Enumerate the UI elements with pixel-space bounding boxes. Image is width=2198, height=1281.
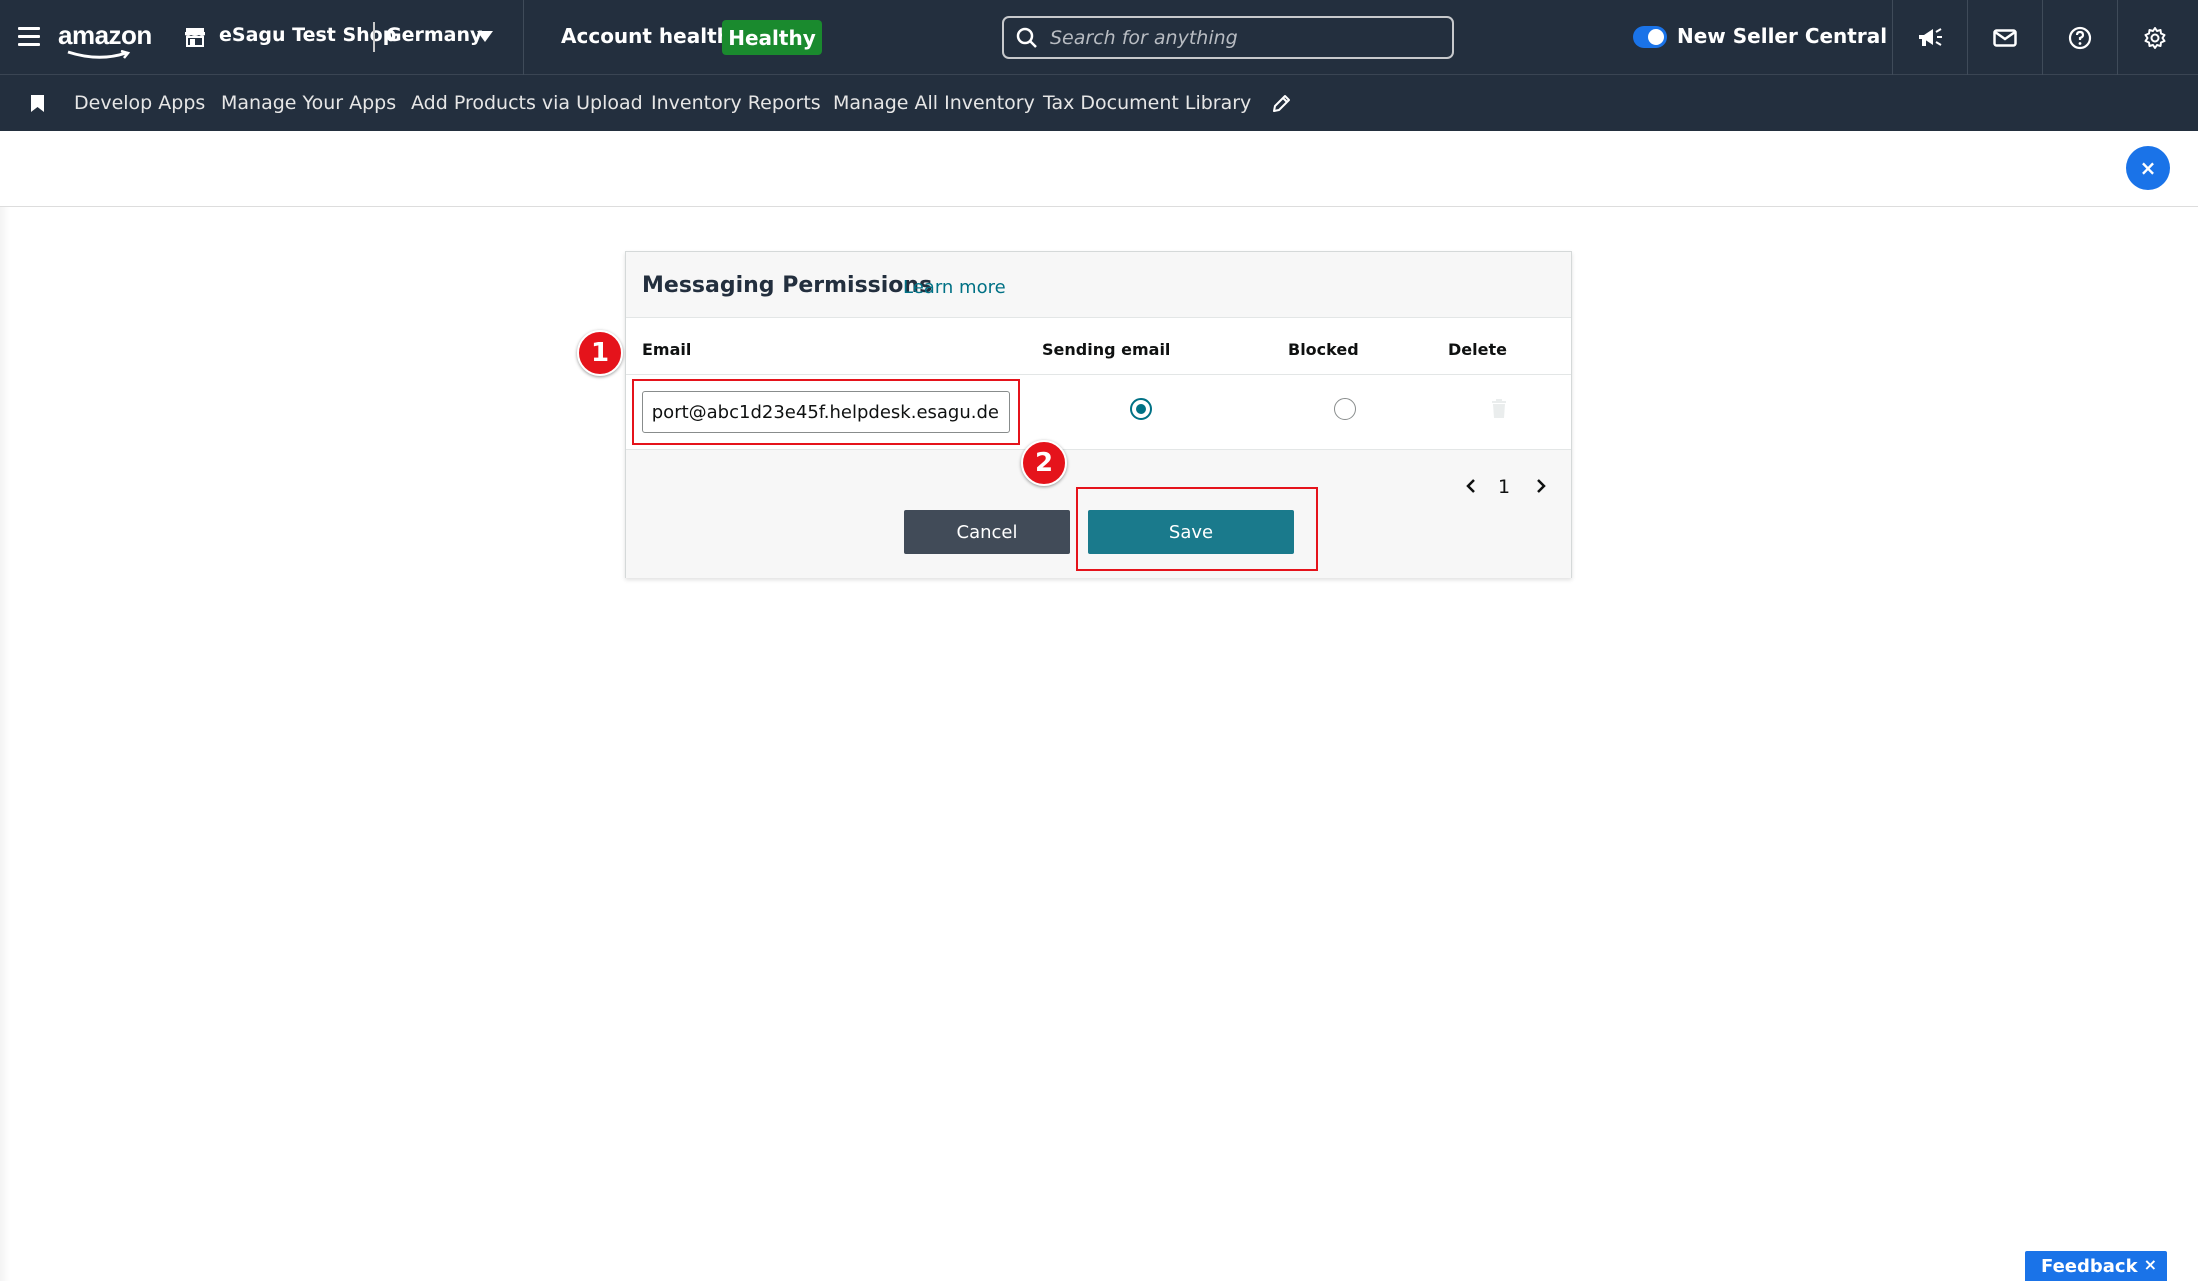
logo-text: amazon <box>58 20 152 50</box>
header-divider <box>523 0 524 75</box>
feedback-close-icon[interactable]: × <box>2144 1255 2157 1274</box>
chevron-right-icon[interactable] <box>1534 476 1548 496</box>
card-header: Messaging Permissions Learn more <box>626 252 1571 318</box>
toggle-knob <box>1648 29 1664 45</box>
search-input[interactable] <box>1050 26 1430 49</box>
store-icon <box>185 28 205 47</box>
new-seller-central-label: New Seller Central <box>1677 24 1888 48</box>
search-icon <box>1016 27 1037 48</box>
country-selector[interactable]: Germany <box>386 24 482 46</box>
annotation-highlight-email <box>632 379 1020 445</box>
blocked-radio[interactable] <box>1334 398 1356 420</box>
bookmark-tax-document-library[interactable]: Tax Document Library <box>1043 92 1251 114</box>
annotation-badge-2: 2 <box>1021 440 1067 486</box>
health-status-badge[interactable]: Healthy <box>722 20 822 55</box>
column-header-sending-email: Sending email <box>1042 340 1171 359</box>
left-edge-shadow <box>0 207 10 1281</box>
bookmark-add-products-via-upload[interactable]: Add Products via Upload <box>411 92 643 114</box>
feedback-label: Feedback <box>2041 1255 2138 1277</box>
bookmark-manage-your-apps[interactable]: Manage Your Apps <box>221 92 396 114</box>
sending-email-radio[interactable] <box>1130 398 1152 420</box>
pencil-icon[interactable] <box>1271 94 1291 114</box>
shop-separator <box>373 22 375 52</box>
new-seller-central-toggle[interactable] <box>1633 26 1667 48</box>
feedback-tab[interactable]: Feedback × <box>2025 1251 2167 1281</box>
chevron-left-icon[interactable] <box>1464 476 1478 496</box>
cancel-button[interactable]: Cancel <box>904 510 1070 554</box>
column-header-email: Email <box>642 340 692 359</box>
page-subheader <box>0 131 2198 207</box>
gear-icon[interactable] <box>2118 0 2192 75</box>
help-icon[interactable] <box>2043 0 2117 75</box>
amazon-logo[interactable]: amazon <box>58 20 152 60</box>
card-title: Messaging Permissions <box>642 273 933 298</box>
bookmark-manage-all-inventory[interactable]: Manage All Inventory <box>833 92 1035 114</box>
account-health-label[interactable]: Account health <box>561 24 731 48</box>
search-box[interactable] <box>1002 16 1454 59</box>
bookmark-icon[interactable] <box>30 94 45 113</box>
caret-down-icon[interactable] <box>477 31 493 42</box>
annotation-highlight-save <box>1076 487 1318 571</box>
shop-name[interactable]: eSagu Test Shop <box>219 24 396 46</box>
menu-icon[interactable] <box>18 27 40 47</box>
learn-more-link[interactable]: Learn more <box>903 277 1006 298</box>
current-page-number: 1 <box>1498 476 1511 498</box>
trash-icon[interactable] <box>1491 399 1507 419</box>
annotation-badge-1: 1 <box>577 330 623 376</box>
bookmark-inventory-reports[interactable]: Inventory Reports <box>651 92 821 114</box>
top-header: amazon eSagu Test Shop Germany Account h… <box>0 0 2198 75</box>
logo-smile-icon <box>67 50 131 59</box>
bookmark-develop-apps[interactable]: Develop Apps <box>74 92 205 114</box>
column-header-blocked: Blocked <box>1288 340 1359 359</box>
column-header-delete: Delete <box>1448 340 1507 359</box>
table-header: Email Sending email Blocked Delete <box>626 318 1571 375</box>
close-button[interactable]: × <box>2126 146 2170 190</box>
mail-icon[interactable] <box>1968 0 2042 75</box>
megaphone-icon[interactable] <box>1893 0 1967 75</box>
